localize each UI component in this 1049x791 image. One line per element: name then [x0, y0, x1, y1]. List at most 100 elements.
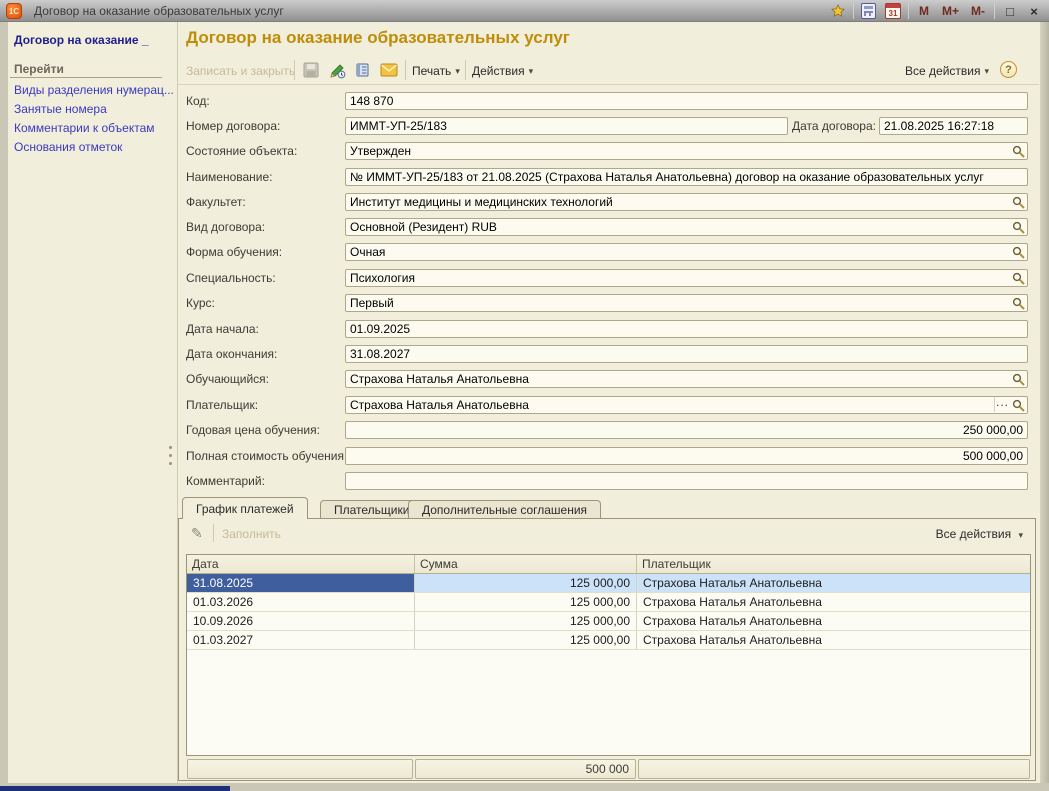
payment-schedule-panel: ✎ Заполнить Все действия ▾ Дата Сумма Пл… [178, 518, 1036, 781]
window-title: Договор на оказание образовательных услу… [34, 4, 284, 18]
end-date-field[interactable]: 31.08.2027 [345, 345, 1028, 363]
fill-button[interactable]: Заполнить [222, 527, 281, 541]
footer-total-amount: 500 000 [415, 759, 636, 779]
memory-m-button[interactable]: M [915, 2, 933, 20]
field-label: Специальность: [186, 269, 276, 287]
footer-cell-date [187, 759, 413, 779]
faculty-field[interactable]: Институт медицины и медицинских технолог… [345, 193, 1028, 211]
field-label: Форма обучения: [186, 243, 282, 261]
memory-m-minus-button[interactable]: M- [968, 2, 988, 20]
table-row[interactable]: 01.03.2026 125 000,00 Страхова Наталья А… [187, 593, 1030, 612]
column-header-payer[interactable]: Плательщик [637, 555, 1030, 573]
actions-label: Действия [472, 64, 525, 78]
table-row[interactable]: 31.08.2025 125 000,00 Страхова Наталья А… [187, 574, 1030, 593]
sidebar-nav-header: Перейти [14, 62, 64, 76]
cell-amount[interactable]: 125 000,00 [415, 631, 637, 649]
titlebar-buttons: 31 M M+ M- □ × [829, 0, 1043, 22]
tab-label: Плательщики [334, 503, 409, 517]
lookup-magnifier-icon[interactable] [1011, 245, 1026, 259]
payments-table: Дата Сумма Плательщик 31.08.2025 125 000… [186, 554, 1031, 756]
lookup-magnifier-icon[interactable] [1011, 296, 1026, 310]
field-value: Институт медицины и медицинских технолог… [350, 195, 613, 209]
field-value: № ИММТ-УП-25/183 от 21.08.2025 (Страхова… [350, 170, 984, 184]
table-row[interactable]: 10.09.2026 125 000,00 Страхова Наталья А… [187, 612, 1030, 631]
tab-payment-schedule[interactable]: График платежей [182, 497, 308, 519]
journal-icon[interactable] [351, 59, 375, 81]
payer-field[interactable]: Страхова Наталья Анатольевна ... [345, 396, 1028, 414]
cell-amount[interactable]: 125 000,00 [415, 593, 637, 611]
sidebar-title: Договор на оказание _ [14, 33, 149, 47]
cell-amount[interactable]: 125 000,00 [415, 574, 637, 592]
sidebar-item-object-comments[interactable]: Комментарии к объектам [14, 121, 155, 135]
save-and-close-button[interactable]: Записать и закрыть [186, 61, 295, 81]
column-header-amount[interactable]: Сумма [415, 555, 637, 573]
cell-payer[interactable]: Страхова Наталья Анатольевна [637, 631, 1030, 649]
cell-payer[interactable]: Страхова Наталья Анатольевна [637, 593, 1030, 611]
lookup-magnifier-icon[interactable] [1011, 271, 1026, 285]
field-label: Дата окончания: [186, 345, 277, 363]
student-field[interactable]: Страхова Наталья Анатольевна [345, 370, 1028, 388]
table-header-row: Дата Сумма Плательщик [187, 555, 1030, 574]
1c-logo-icon: 1С [6, 3, 22, 19]
all-actions-menu-button[interactable]: Все действия ▾ [936, 527, 1023, 541]
full-price-field[interactable]: 500 000,00 [345, 447, 1028, 465]
sidebar-item-mark-reasons[interactable]: Основания отметок [14, 140, 122, 154]
lookup-magnifier-icon[interactable] [1011, 372, 1026, 386]
contract-type-field[interactable]: Основной (Резидент) RUB [345, 218, 1028, 236]
lookup-magnifier-icon[interactable] [1011, 398, 1026, 412]
splitter-grip-dot [169, 446, 172, 449]
print-menu-button[interactable]: Печать ▾ [412, 61, 460, 81]
toolbar-separator [465, 60, 466, 80]
cell-date[interactable]: 01.03.2027 [187, 631, 415, 649]
column-header-date[interactable]: Дата [187, 555, 415, 573]
cell-payer[interactable]: Страхова Наталья Анатольевна [637, 574, 1030, 592]
all-actions-label: Все действия [905, 64, 980, 78]
object-state-field[interactable]: Утвержден [345, 142, 1028, 160]
sidebar-item-occupied-numbers[interactable]: Занятые номера [14, 102, 107, 116]
field-label: Состояние объекта: [186, 142, 297, 160]
mail-envelope-icon[interactable] [377, 59, 401, 81]
choose-dots-button[interactable]: ... [994, 397, 1010, 412]
cell-amount[interactable]: 125 000,00 [415, 612, 637, 630]
save-icon[interactable] [299, 59, 323, 81]
cell-payer[interactable]: Страхова Наталья Анатольевна [637, 612, 1030, 630]
calendar-icon[interactable]: 31 [884, 2, 902, 20]
cell-date[interactable]: 31.08.2025 [187, 574, 415, 592]
calculator-icon[interactable] [860, 2, 878, 20]
close-button[interactable]: × [1025, 2, 1043, 20]
field-label: Дата начала: [186, 320, 259, 338]
lookup-magnifier-icon[interactable] [1011, 195, 1026, 209]
table-row[interactable]: 01.03.2027 125 000,00 Страхова Наталья А… [187, 631, 1030, 650]
start-date-field[interactable]: 01.09.2025 [345, 320, 1028, 338]
background-window-strip [0, 786, 230, 791]
yearly-price-field[interactable]: 250 000,00 [345, 421, 1028, 439]
contract-date-field[interactable]: 21.08.2025 16:27:18 [879, 117, 1028, 135]
window-right-border [1040, 22, 1049, 791]
field-value: Очная [350, 245, 385, 259]
edit-pencil-icon[interactable]: ✎ [191, 525, 203, 542]
cell-date[interactable]: 10.09.2026 [187, 612, 415, 630]
sidebar-item-numbering-kinds[interactable]: Виды разделения нумерац... [14, 83, 174, 97]
field-label: Обучающийся: [186, 370, 269, 388]
cell-date[interactable]: 01.03.2026 [187, 593, 415, 611]
code-field[interactable]: 148 870 [345, 92, 1028, 110]
favorites-star-icon[interactable] [829, 2, 847, 20]
actions-menu-button[interactable]: Действия ▾ [472, 61, 533, 81]
contract-number-field[interactable]: ИММТ-УП-25/183 [345, 117, 788, 135]
toolbar-separator [405, 60, 406, 80]
specialty-field[interactable]: Психология [345, 269, 1028, 287]
comment-field[interactable] [345, 472, 1028, 490]
maximize-button[interactable]: □ [1001, 2, 1019, 20]
course-field[interactable]: Первый [345, 294, 1028, 312]
lookup-magnifier-icon[interactable] [1011, 144, 1026, 158]
memory-m-plus-button[interactable]: M+ [939, 2, 962, 20]
tab-label: Дополнительные соглашения [422, 503, 587, 517]
study-form-field[interactable]: Очная [345, 243, 1028, 261]
tab-additional-agreements[interactable]: Дополнительные соглашения [408, 500, 601, 519]
all-actions-menu-button[interactable]: Все действия ▾ [905, 61, 989, 81]
post-document-pencil-icon[interactable] [325, 59, 349, 81]
help-button[interactable]: ? [1000, 61, 1017, 78]
window-left-border [0, 22, 8, 791]
lookup-magnifier-icon[interactable] [1011, 220, 1026, 234]
name-field[interactable]: № ИММТ-УП-25/183 от 21.08.2025 (Страхова… [345, 168, 1028, 186]
